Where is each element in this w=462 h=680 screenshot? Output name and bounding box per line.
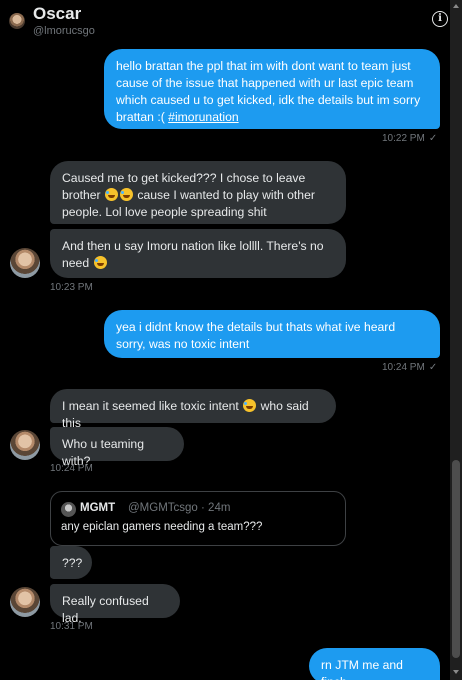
read-check-icon: ✓ bbox=[428, 362, 438, 373]
incoming-message[interactable]: And then u say Imoru nation like lollll.… bbox=[50, 229, 346, 278]
outgoing-message[interactable]: hello brattan the ppl that im with dont … bbox=[104, 49, 440, 129]
message-timestamp: 10:22 PM ✓ bbox=[382, 133, 438, 144]
scrollbar-thumb[interactable] bbox=[452, 460, 460, 658]
info-icon[interactable]: i bbox=[432, 11, 448, 27]
message-text: rn JTM me and finch bbox=[321, 658, 403, 680]
conversation-header: Oscar @lmorucsgo i bbox=[0, 0, 450, 42]
incoming-message[interactable]: Really confused lad. bbox=[50, 584, 180, 625]
message-timestamp: 10:23 PM bbox=[50, 282, 93, 293]
outgoing-message[interactable]: yea i didnt know the details but thats w… bbox=[104, 310, 440, 358]
quoted-tweet-card[interactable]: MGMT @MGMTcsgo · 24m any epiclan gamers … bbox=[50, 491, 346, 546]
message-text: hello brattan the ppl that im with dont … bbox=[116, 59, 421, 124]
avatar[interactable] bbox=[10, 587, 40, 617]
quoted-tweet-meta: @MGMTcsgo · 24m bbox=[128, 502, 231, 514]
contact-name[interactable]: Oscar bbox=[33, 4, 81, 24]
incoming-message[interactable]: ??? bbox=[50, 546, 92, 579]
rofl-emoji-icon bbox=[105, 188, 119, 201]
avatar bbox=[61, 502, 76, 517]
incoming-message[interactable]: Who u teaming with? bbox=[50, 427, 184, 468]
message-text: ??? bbox=[62, 556, 83, 570]
scrollbar[interactable] bbox=[450, 0, 462, 680]
message-timestamp: 10:24 PM bbox=[50, 463, 93, 474]
scroll-up-arrow-icon[interactable] bbox=[453, 4, 459, 8]
read-check-icon: ✓ bbox=[428, 133, 438, 144]
quoted-tweet-author: MGMT bbox=[80, 502, 116, 514]
outgoing-message[interactable]: rn JTM me and finch bbox=[309, 648, 440, 680]
incoming-message[interactable]: I mean it seemed like toxic intent who s… bbox=[50, 389, 336, 430]
message-text: I mean it seemed like toxic intent bbox=[62, 399, 239, 413]
scroll-down-arrow-icon[interactable] bbox=[453, 670, 459, 674]
avatar[interactable] bbox=[10, 430, 40, 460]
rofl-emoji-icon bbox=[120, 188, 134, 201]
message-timestamp: 10:24 PM ✓ bbox=[382, 362, 438, 373]
hashtag-link[interactable]: #imorunation bbox=[168, 110, 238, 124]
quoted-tweet-text: any epiclan gamers needing a team??? bbox=[61, 521, 263, 533]
incoming-message[interactable]: Caused me to get kicked??? I chose to le… bbox=[50, 161, 346, 224]
message-timestamp: 10:31 PM bbox=[50, 621, 93, 632]
avatar[interactable] bbox=[9, 13, 25, 29]
avatar[interactable] bbox=[10, 248, 40, 278]
message-text: yea i didnt know the details but thats w… bbox=[116, 320, 396, 351]
contact-handle[interactable]: @lmorucsgo bbox=[33, 25, 95, 37]
rofl-emoji-icon bbox=[93, 256, 107, 269]
rofl-emoji-icon bbox=[243, 399, 257, 412]
